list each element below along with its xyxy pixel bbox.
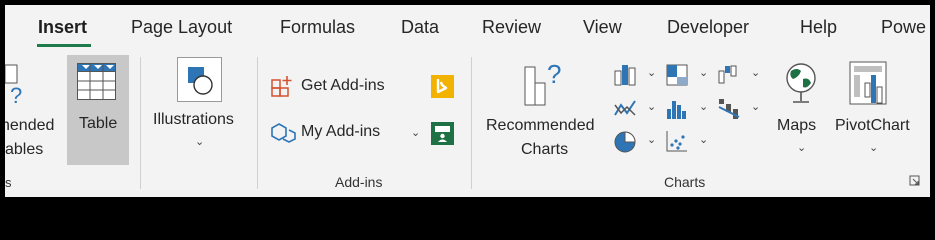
scatter-chart-button[interactable]: ⌄ (663, 129, 711, 155)
excel-ribbon: Insert Page Layout Formulas Data Review … (5, 5, 930, 197)
table-label: Table (79, 115, 118, 132)
chevron-down-icon: ⌄ (647, 101, 657, 113)
separator (140, 57, 141, 189)
waterfall-chart-button[interactable]: ⌄ (715, 63, 763, 87)
tab-page-layout[interactable]: Page Layout (131, 17, 232, 38)
maps-icon (786, 63, 816, 103)
column-chart-button[interactable]: ⌄ (611, 63, 659, 87)
chevron-down-icon: ⌄ (869, 142, 879, 154)
charts-group-label: Charts (664, 174, 706, 190)
tab-data[interactable]: Data (401, 17, 439, 38)
tab-developer[interactable]: Developer (667, 17, 749, 38)
get-addins-label: Get Add-ins (301, 77, 385, 94)
dialog-launcher-icon[interactable] (909, 175, 921, 187)
chevron-down-icon: ⌄ (647, 67, 657, 79)
tables-group-label: s (5, 175, 12, 190)
my-addins-icon (271, 123, 296, 143)
combo-chart-button[interactable]: ⌄ (715, 97, 763, 121)
recommended-pivottables-label-2: ables (5, 141, 44, 158)
recommended-pivottables-button[interactable]: ? nended ables (5, 57, 65, 167)
table-icon (77, 63, 116, 100)
shapes-icon (177, 57, 222, 102)
recommended-charts-button[interactable]: ? Recommended Charts (482, 57, 610, 167)
chevron-down-icon[interactable]: ⌄ (411, 126, 420, 139)
hierarchy-chart-icon (666, 64, 688, 86)
my-addins-button[interactable]: My Add-ins ⌄ (268, 119, 428, 147)
chevron-down-icon: ⌄ (647, 134, 657, 146)
addins-group-label: Add-ins (335, 174, 383, 190)
recommended-charts-label-1: Recommended (486, 117, 595, 134)
tab-help[interactable]: Help (800, 17, 837, 38)
chevron-down-icon: ⌄ (699, 67, 709, 79)
pivot-table-icon: ? (5, 64, 22, 108)
pivotchart-label: PivotChart (835, 117, 910, 134)
active-tab-indicator (37, 44, 91, 47)
line-chart-icon (614, 100, 636, 116)
tab-review[interactable]: Review (482, 17, 541, 38)
recommended-charts-label-2: Charts (521, 141, 569, 158)
combo-chart-icon (718, 99, 740, 119)
maps-label: Maps (777, 117, 817, 134)
pie-chart-button[interactable]: ⌄ (611, 129, 659, 155)
illustrations-button[interactable]: Illustrations ⌄ (147, 55, 247, 165)
svg-text:?: ? (547, 59, 561, 89)
people-graph-icon[interactable] (431, 122, 455, 146)
chevron-down-icon: ⌄ (195, 136, 205, 148)
svg-text:?: ? (10, 83, 22, 108)
statistic-chart-button[interactable]: ⌄ (663, 97, 711, 121)
recommended-pivottables-label-1: nended (5, 117, 55, 134)
separator (257, 57, 258, 189)
tab-view[interactable]: View (583, 17, 622, 38)
illustrations-label: Illustrations (153, 111, 234, 128)
chevron-down-icon: ⌄ (751, 101, 761, 113)
statistic-chart-icon (667, 101, 686, 119)
maps-button[interactable]: Maps ⌄ (771, 57, 835, 167)
pivotchart-icon (849, 61, 887, 105)
scatter-chart-icon (666, 131, 687, 152)
column-chart-icon (614, 65, 636, 86)
bing-icon[interactable] (431, 75, 455, 99)
waterfall-chart-icon (718, 65, 737, 84)
recommended-charts-icon: ? (524, 59, 561, 106)
get-addins-icon (271, 76, 292, 97)
table-button[interactable]: Table (67, 55, 129, 165)
hierarchy-chart-button[interactable]: ⌄ (663, 63, 711, 87)
tab-power[interactable]: Powe (881, 17, 926, 38)
pie-chart-icon (614, 131, 636, 153)
tab-insert[interactable]: Insert (38, 17, 87, 38)
my-addins-label: My Add-ins (301, 123, 381, 140)
chevron-down-icon: ⌄ (797, 142, 807, 154)
chevron-down-icon: ⌄ (751, 67, 761, 79)
get-addins-button[interactable]: Get Add-ins (268, 73, 418, 101)
separator (471, 57, 472, 189)
chevron-down-icon: ⌄ (699, 101, 709, 113)
line-chart-button[interactable]: ⌄ (611, 97, 659, 121)
chevron-down-icon: ⌄ (699, 134, 709, 146)
tab-formulas[interactable]: Formulas (280, 17, 355, 38)
pivotchart-button[interactable]: PivotChart ⌄ (827, 57, 917, 167)
